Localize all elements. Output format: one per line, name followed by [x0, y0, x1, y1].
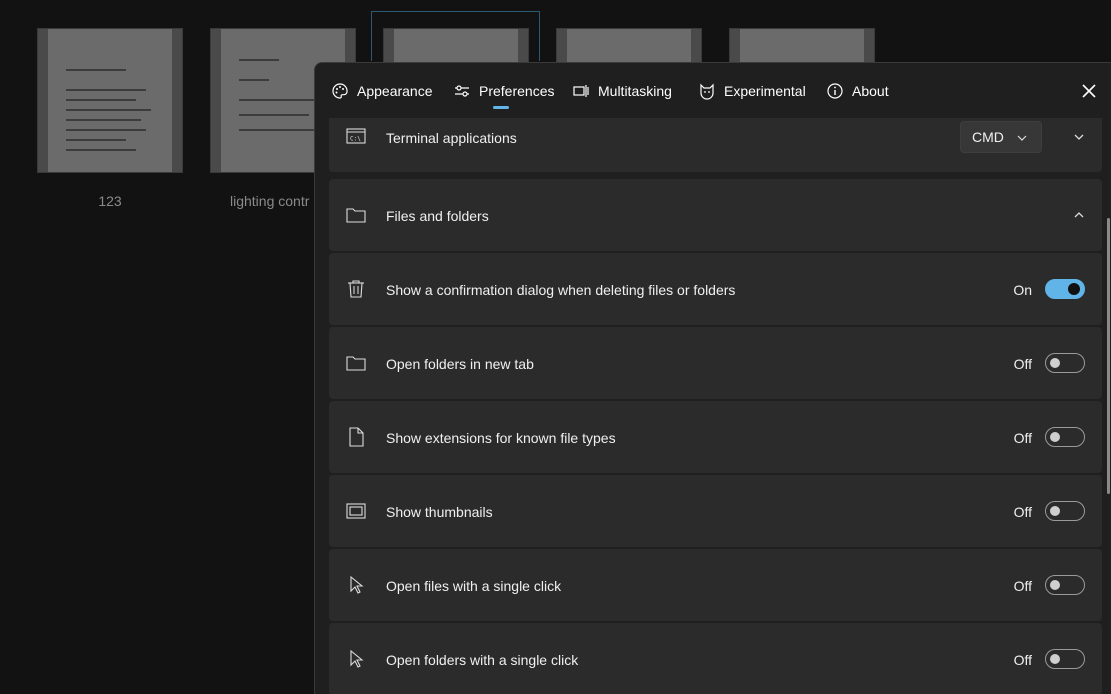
setting-label: Show extensions for known file types [386, 430, 616, 446]
settings-dialog: Appearance Preferences Multitasking Expe… [314, 62, 1111, 694]
open-files-single-click-toggle[interactable] [1045, 575, 1085, 595]
document-preview [48, 29, 172, 172]
setting-row-show-thumbnails: Show thumbnails Off [329, 475, 1102, 547]
files-and-folders-header[interactable]: Files and folders [329, 179, 1102, 251]
setting-row-open-folders-new-tab: Open folders in new tab Off [329, 327, 1102, 399]
file-thumbnail[interactable] [37, 28, 183, 173]
active-tab-indicator [493, 106, 509, 109]
tab-label: About [852, 83, 889, 99]
svg-text:C:\: C:\ [350, 136, 361, 143]
folder-icon [346, 208, 366, 223]
terminal-applications-label: Terminal applications [386, 130, 517, 146]
open-folders-single-click-toggle[interactable] [1045, 649, 1085, 669]
dialog-scrollbar[interactable] [1107, 218, 1110, 494]
chevron-down-icon [1017, 135, 1027, 141]
toggle-state-label: On [1013, 282, 1032, 298]
settings-tab-bar: Appearance Preferences Multitasking Expe… [315, 63, 1111, 118]
setting-label: Show thumbnails [386, 504, 493, 520]
tab-label: Multitasking [598, 83, 672, 99]
setting-row-open-files-single-click: Open files with a single click Off [329, 549, 1102, 621]
setting-label: Open folders in new tab [386, 356, 534, 372]
palette-icon [332, 83, 348, 99]
file-name-label: 123 [98, 193, 122, 209]
multitasking-icon [573, 85, 589, 97]
open-folders-new-tab-toggle[interactable] [1045, 353, 1085, 373]
folder-icon [346, 356, 366, 371]
confirm-delete-toggle[interactable] [1045, 279, 1085, 299]
setting-label: Open folders with a single click [386, 652, 579, 668]
info-icon [827, 83, 843, 99]
file-icon [349, 427, 364, 447]
cat-icon [700, 83, 714, 100]
show-thumbnails-toggle[interactable] [1045, 501, 1085, 521]
chevron-down-icon[interactable] [1072, 130, 1086, 144]
terminal-icon: C:\ [346, 128, 366, 144]
cursor-icon [350, 575, 364, 594]
tab-label: Preferences [479, 83, 555, 99]
setting-row-open-folders-single-click: Open folders with a single click Off [329, 623, 1102, 694]
tab-appearance[interactable]: Appearance [331, 79, 433, 103]
toggle-state-label: Off [1013, 652, 1032, 668]
sliders-icon [455, 85, 469, 97]
show-extensions-toggle[interactable] [1045, 427, 1085, 447]
chevron-up-icon[interactable] [1072, 208, 1086, 222]
tab-label: Appearance [357, 83, 433, 99]
setting-row-show-extensions: Show extensions for known file types Off [329, 401, 1102, 473]
setting-label: Show a confirmation dialog when deleting… [386, 282, 736, 298]
toggle-state-label: Off [1013, 356, 1032, 372]
setting-label: Open files with a single click [386, 578, 562, 594]
tab-multitasking[interactable]: Multitasking [572, 79, 672, 103]
tab-preferences[interactable]: Preferences [453, 79, 554, 103]
tab-label: Experimental [724, 83, 806, 99]
toggle-state-label: Off [1013, 430, 1032, 446]
files-and-folders-label: Files and folders [386, 208, 489, 224]
close-icon[interactable] [1080, 82, 1098, 100]
thumbnail-icon [346, 503, 366, 519]
terminal-applications-row: C:\ Terminal applications CMD [329, 118, 1102, 172]
terminal-select[interactable]: CMD [960, 121, 1042, 153]
tab-about[interactable]: About [826, 79, 889, 103]
setting-row-confirm-delete: Show a confirmation dialog when deleting… [329, 253, 1102, 325]
cursor-icon [350, 649, 364, 668]
terminal-select-value: CMD [972, 129, 1004, 145]
toggle-state-label: Off [1013, 578, 1032, 594]
tab-experimental[interactable]: Experimental [698, 79, 806, 103]
trash-icon [348, 280, 364, 298]
toggle-state-label: Off [1013, 504, 1032, 520]
